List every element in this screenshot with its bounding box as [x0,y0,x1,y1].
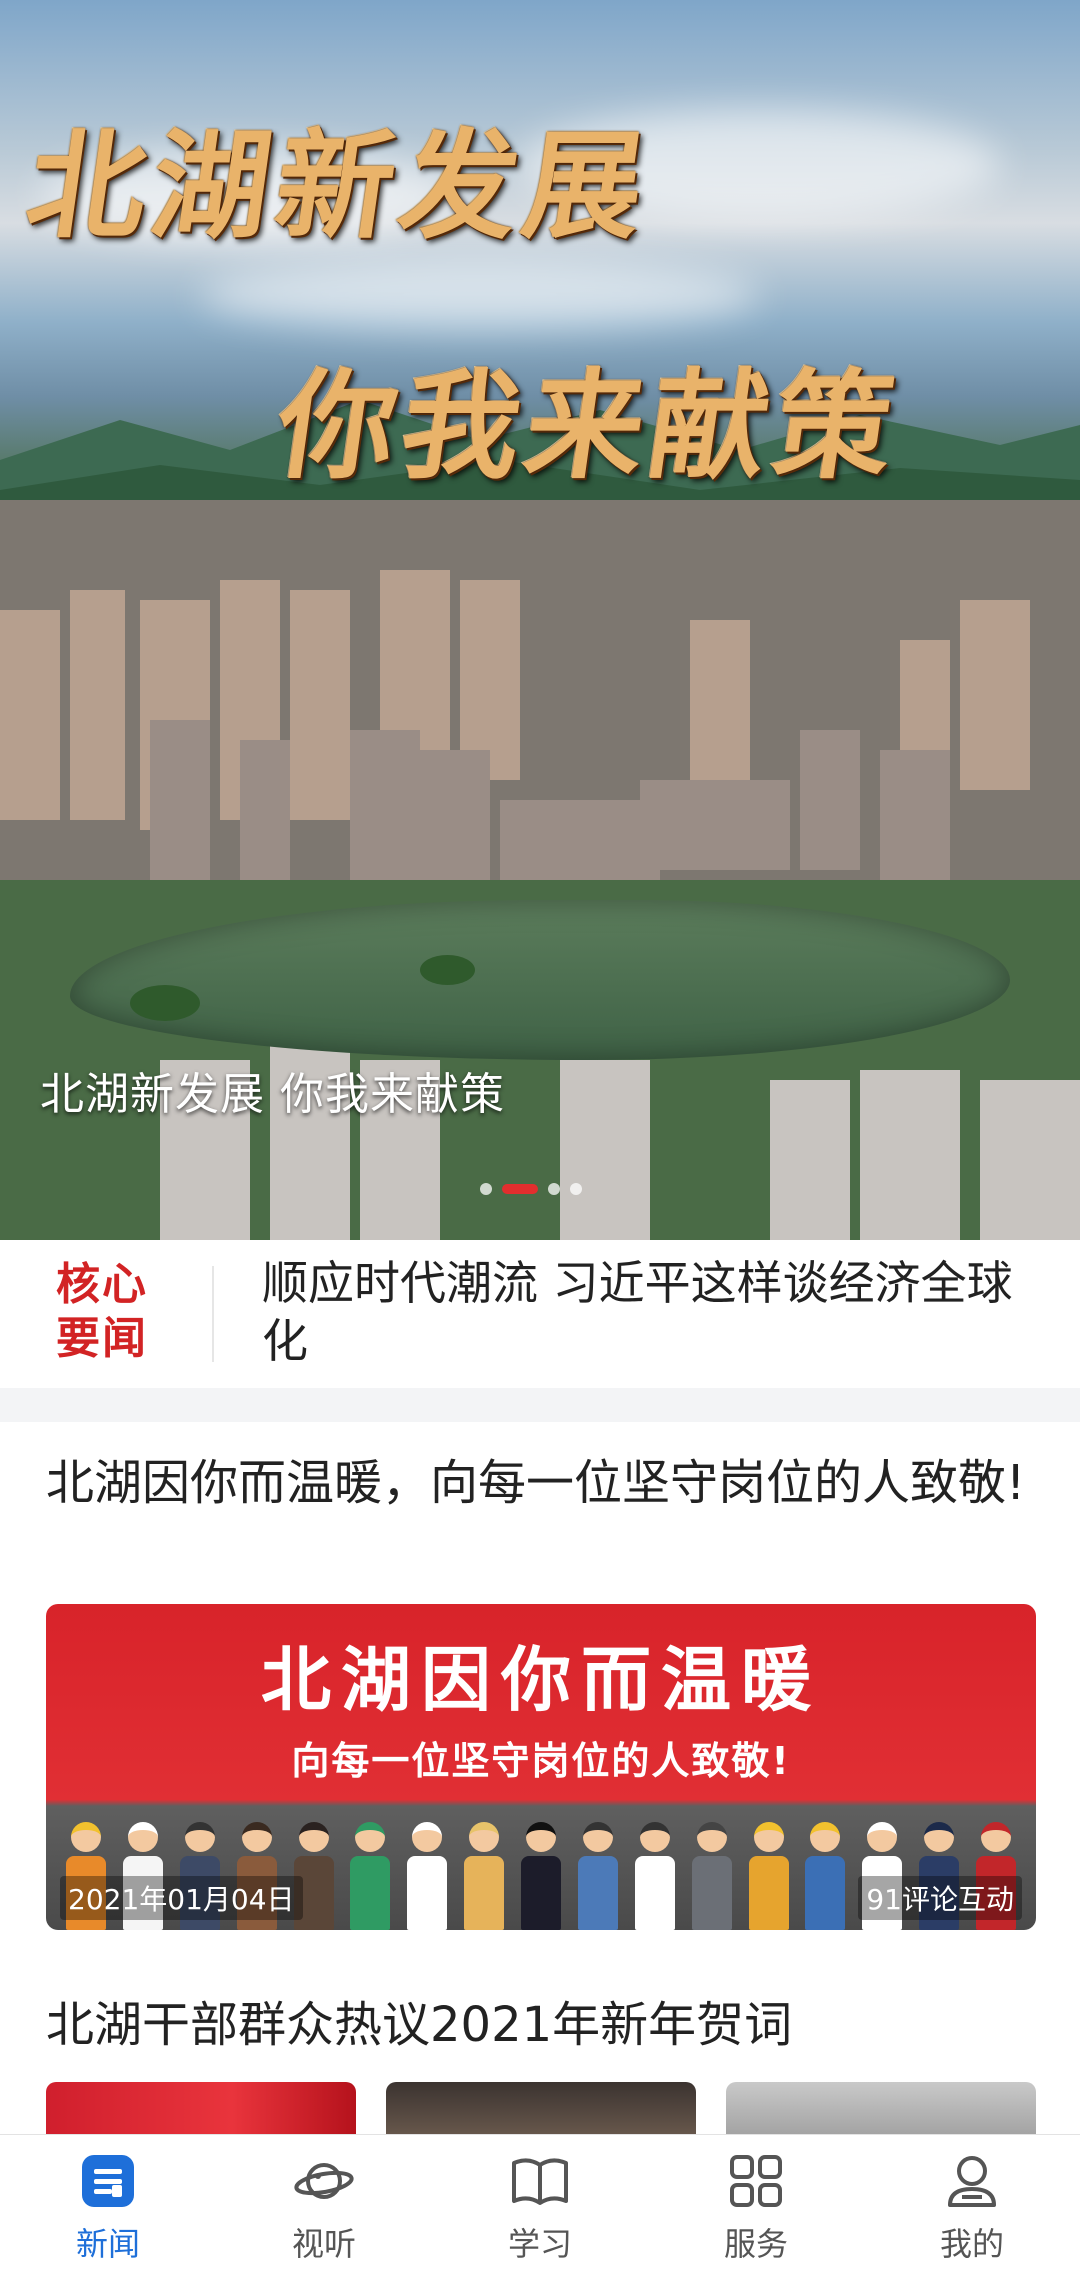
core-news-tag-line2: 要闻 [56,1313,148,1364]
city-skyline [0,500,1080,1240]
tab-label: 视听 [291,2225,356,2263]
carousel-dot-active[interactable] [502,1184,538,1194]
news-icon [82,2155,134,2207]
article-thumbnail[interactable] [46,2082,356,2142]
tab-label: 我的 [939,2225,1004,2263]
bottom-tab-bar: 新闻 视听 学习 服务 我的 [0,2134,1080,2277]
hero-caption: 北湖新发展 你我来献策 [40,1069,505,1120]
core-news-strip[interactable]: 核心 要闻 顺应时代潮流 习近平这样谈经济全球化 [0,1240,1080,1388]
core-news-headline[interactable]: 顺应时代潮流 习近平这样谈经济全球化 [262,1254,1042,1370]
hero-calligraphy-line1: 北湖新发展 [18,116,659,255]
tab-label: 学习 [507,2225,572,2263]
planet-icon [294,2163,354,2199]
cover-subtitle: 向每一位坚守岗位的人致敬! [291,1739,791,1783]
cloud-decoration [200,260,760,330]
profile-icon [948,2156,996,2207]
carousel-indicator [480,1183,582,1195]
grid-icon [730,2155,782,2207]
article-title[interactable]: 北湖干部群众热议2021年新年贺词 [46,1992,1036,2058]
tab-study[interactable]: 学习 [432,2135,648,2277]
book-icon [512,2158,568,2205]
tab-news[interactable]: 新闻 [0,2135,216,2277]
hero-calligraphy-line2: 你我来献策 [268,356,909,495]
divider [212,1266,214,1362]
island [420,955,475,985]
article-title[interactable]: 北湖因你而温暖，向每一位坚守岗位的人致敬! [46,1450,1036,1516]
hero-banner[interactable]: 北湖新发展 你我来献策 北湖新发展 你我来献策 [0,0,1080,1240]
tab-label: 新闻 [75,2225,140,2263]
tab-services[interactable]: 服务 [648,2135,864,2277]
article-cover-image[interactable]: 北湖因你而温暖 向每一位坚守岗位的人致敬! 2021年01月04日 91评论互动 [46,1604,1036,1930]
article-thumbnail[interactable] [726,2082,1036,2142]
tab-profile[interactable]: 我的 [864,2135,1080,2277]
core-news-tag-line1: 核心 [56,1259,148,1310]
island [130,985,200,1021]
carousel-dot[interactable] [548,1183,560,1195]
article-thumbnail[interactable] [386,2082,696,2142]
carousel-dot[interactable] [570,1183,582,1195]
cover-title: 北湖因你而温暖 [261,1638,821,1721]
tab-label: 服务 [723,2225,788,2263]
article-thumbnails [46,2082,1036,2142]
comment-count[interactable]: 91评论互动 [858,1876,1022,1920]
article-date: 2021年01月04日 [60,1876,303,1920]
carousel-dot[interactable] [480,1183,492,1195]
section-divider [0,1388,1080,1422]
core-news-tag: 核心 要闻 [56,1258,156,1366]
tab-media[interactable]: 视听 [216,2135,432,2277]
